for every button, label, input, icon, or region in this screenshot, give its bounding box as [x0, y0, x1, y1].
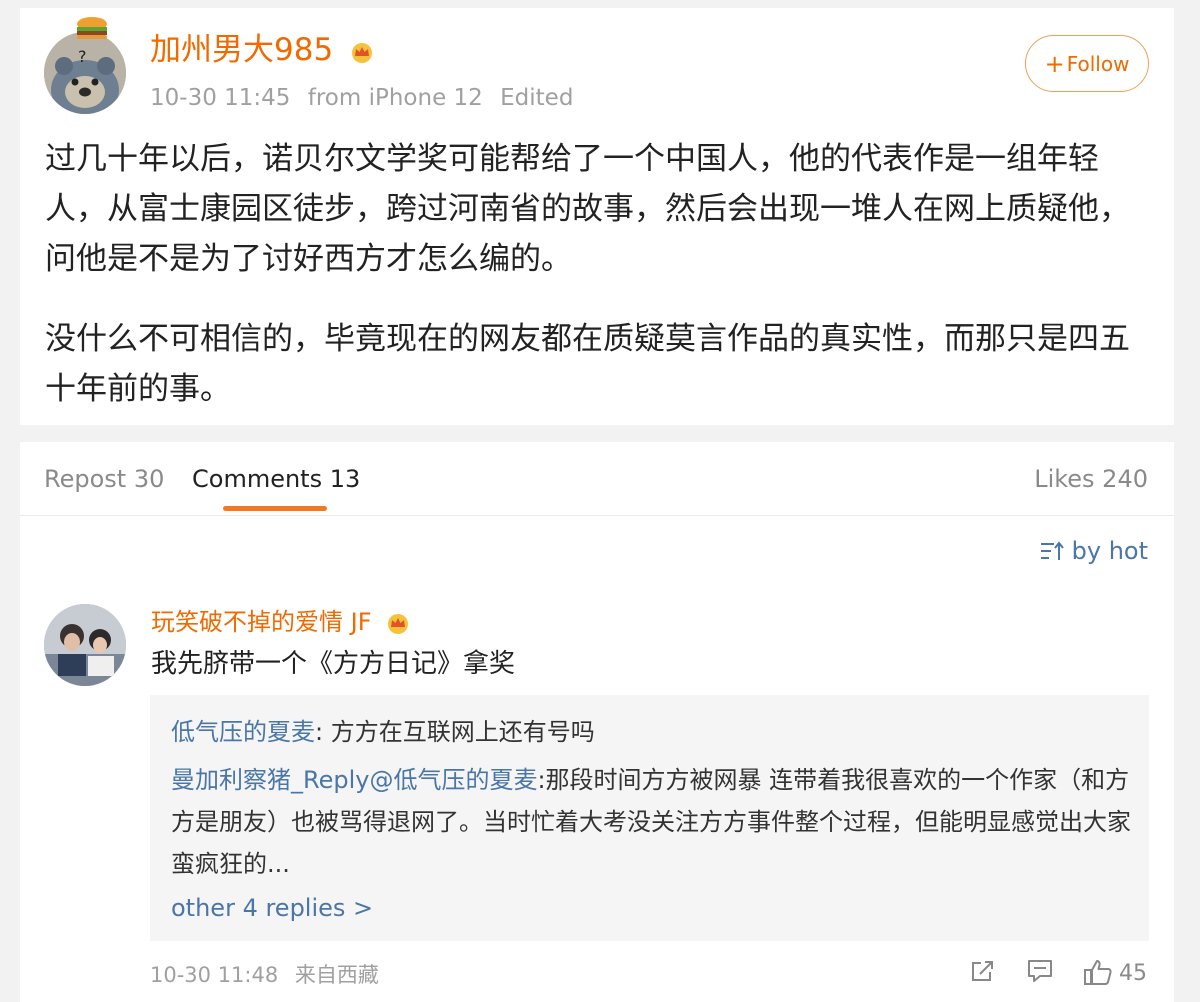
crown-icon [352, 42, 373, 63]
crown-icon [388, 614, 409, 634]
tab-comments[interactable]: Comments 13 [192, 464, 360, 494]
commenter-name-text[interactable]: 玩笑破不掉的爱情 JF [151, 608, 372, 636]
more-replies-link[interactable]: other 4 replies > [171, 887, 373, 929]
comments-card: Repost 30 Comments 13 Likes 240 by hot 玩… [20, 442, 1174, 1002]
post-author-name-text[interactable]: 加州男大985 [150, 32, 333, 68]
comment-time: 10-30 11:48 [150, 963, 279, 987]
follow-label: Follow [1066, 51, 1130, 76]
reply-username[interactable]: 曼加利察猪_Reply@低气压的夏麦 [171, 766, 537, 794]
plus-icon: + [1044, 49, 1065, 78]
post-author-name[interactable]: 加州男大985 [150, 32, 375, 68]
reply-item: 低气压的夏麦: 方方在互联网上还有号吗 [171, 711, 1131, 753]
svg-text:?: ? [78, 47, 87, 66]
post-paragraph: 没什么不可相信的，毕竟现在的网友都在质疑莫言作品的真实性，而那只是四五十年前的事… [45, 321, 1130, 407]
post-time: 10-30 11:45 [150, 85, 291, 111]
comment-like-count: 45 [1119, 961, 1147, 986]
reply-text: : 方方在互联网上还有号吗 [315, 718, 595, 746]
hamburger-badge-icon [77, 17, 107, 39]
sort-icon [1040, 541, 1064, 560]
follow-button[interactable]: + Follow [1025, 35, 1149, 92]
tab-repost[interactable]: Repost 30 [44, 464, 164, 494]
post-paragraph: 过几十年以后，诺贝尔文学奖可能帮给了一个中国人，他的代表作是一组年轻人，从富士康… [45, 141, 1130, 277]
post-edited-label[interactable]: Edited [500, 85, 573, 111]
comment-icon[interactable] [1026, 958, 1054, 984]
comment-meta: 10-30 11:48 来自西藏 [150, 960, 389, 990]
post-meta: 10-30 11:45 from iPhone 12 Edited [150, 84, 583, 112]
post-source: from iPhone 12 [307, 85, 483, 111]
commenter-avatar[interactable] [44, 604, 126, 686]
post-author-avatar[interactable]: ? [44, 32, 126, 114]
reply-item: 曼加利察猪_Reply@低气压的夏麦:那段时间方方被网暴 连带着我很喜欢的一个作… [171, 759, 1131, 885]
thumbs-up-icon[interactable] [1083, 958, 1113, 986]
sort-label: by hot [1071, 537, 1148, 565]
tab-likes[interactable]: Likes 240 [1034, 464, 1148, 494]
comment-source: 来自西藏 [294, 963, 379, 987]
forward-icon[interactable] [970, 958, 996, 984]
reply-username[interactable]: 低气压的夏麦 [171, 718, 315, 746]
sort-by-hot-button[interactable]: by hot [1040, 536, 1148, 566]
active-tab-indicator [223, 506, 327, 511]
commenter-name[interactable]: 玩笑破不掉的爱情 JF [151, 606, 411, 638]
comment-text: 我先脐带一个《方方日记》拿奖 [151, 649, 516, 679]
tabs-bar: Repost 30 Comments 13 Likes 240 [20, 442, 1174, 516]
post-card: ? 加州男大985 10-30 11:45 from iPhone 12 Edi… [20, 8, 1174, 425]
reply-thread[interactable]: 低气压的夏麦: 方方在互联网上还有号吗 曼加利察猪_Reply@低气压的夏麦:那… [150, 695, 1149, 941]
